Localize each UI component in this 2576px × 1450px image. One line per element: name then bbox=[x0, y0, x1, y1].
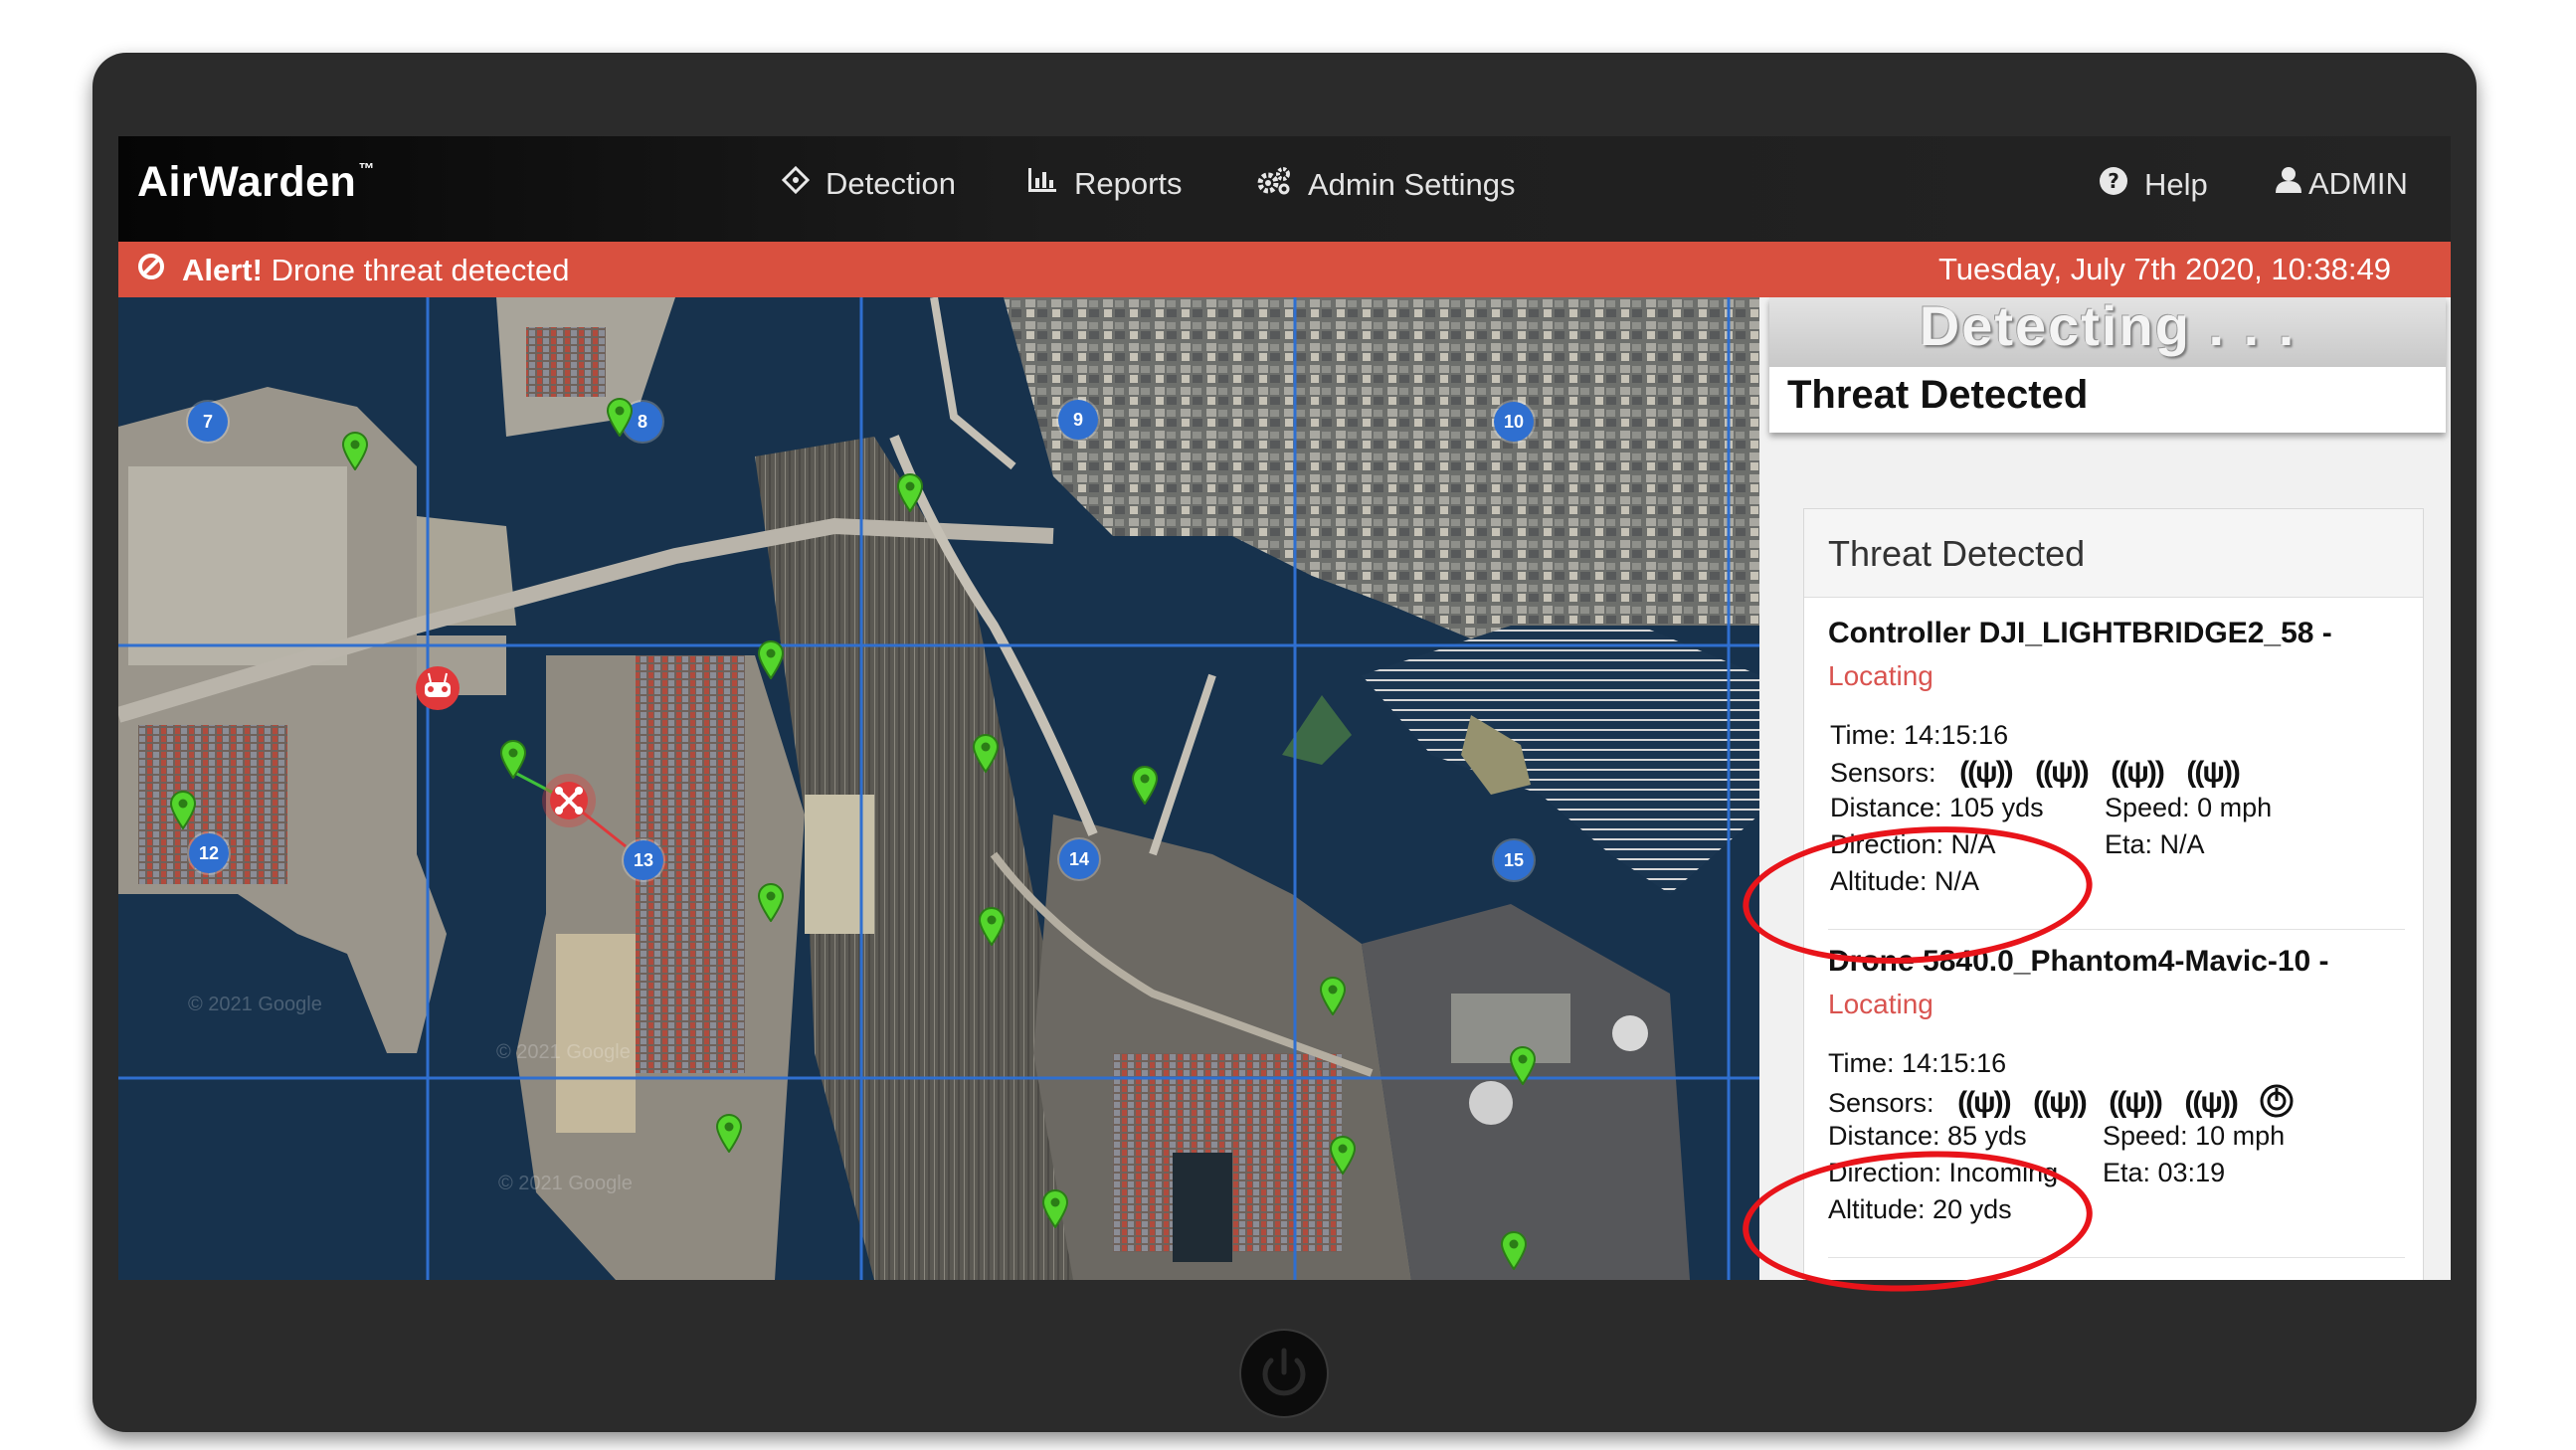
threat-entry-speed: Speed: 0 mph bbox=[2105, 793, 2273, 822]
sensor-pin[interactable] bbox=[896, 472, 924, 512]
sensor-pin[interactable] bbox=[1131, 765, 1159, 805]
sector-marker[interactable]: 12 bbox=[189, 833, 229, 873]
power-icon bbox=[1262, 1348, 1306, 1396]
alert-message: Alert! Drone threat detected bbox=[136, 252, 569, 289]
alert-text: Drone threat detected bbox=[271, 253, 570, 287]
antenna-signal-icon: ((ψ)) bbox=[2184, 1086, 2239, 1119]
nav-detection[interactable]: Detection bbox=[781, 165, 956, 202]
threat-entry-speed: Speed: 10 mph bbox=[2103, 1121, 2286, 1151]
nav-help[interactable]: ? Help bbox=[2099, 166, 2208, 204]
sensor-pin[interactable] bbox=[1509, 1045, 1537, 1085]
threat-entry-title: Controller DJI_LIGHTBRIDGE2_58 - bbox=[1828, 617, 2332, 649]
gears-icon bbox=[1256, 166, 1292, 204]
brand-name: AirWarden bbox=[137, 158, 357, 206]
sensor-pin[interactable] bbox=[1041, 1188, 1069, 1228]
threat-entry-status: Locating bbox=[1828, 989, 1933, 1019]
sensor-pin[interactable] bbox=[1319, 976, 1347, 1015]
threat-entry-eta: Eta: N/A bbox=[2105, 829, 2205, 859]
detecting-subtitle: Threat Detected bbox=[1787, 373, 2089, 417]
nav-user-menu[interactable]: ADMIN bbox=[2275, 166, 2408, 202]
sector-marker[interactable]: 15 bbox=[1494, 840, 1534, 880]
nav-admin-settings[interactable]: Admin Settings bbox=[1256, 166, 1516, 204]
sensor-pin[interactable] bbox=[757, 882, 785, 922]
brand-logo[interactable]: AirWarden ™ bbox=[137, 158, 375, 207]
sensor-pin[interactable] bbox=[1500, 1230, 1528, 1270]
antenna-signal-icon: ((ψ)) bbox=[2186, 756, 2241, 789]
sensor-pin[interactable] bbox=[499, 739, 527, 779]
nav-detection-label: Detection bbox=[826, 166, 956, 201]
alert-strong: Alert! bbox=[182, 253, 263, 287]
bar-chart-icon bbox=[1026, 166, 1058, 202]
nav-user-label: ADMIN bbox=[2308, 166, 2408, 201]
user-icon bbox=[2275, 166, 2302, 202]
app-screen: AirWarden ™ Detection Reports Admin Setti… bbox=[118, 136, 2451, 1280]
controller-marker[interactable] bbox=[415, 665, 460, 711]
antenna-signal-icon: ((ψ)) bbox=[1959, 756, 2014, 789]
radar-icon bbox=[2260, 1084, 2294, 1120]
sensors-label: Sensors: bbox=[1830, 758, 1936, 788]
threat-entry-distance: Distance: 85 yds bbox=[1828, 1121, 2027, 1151]
sector-marker[interactable]: 14 bbox=[1059, 839, 1099, 879]
sensor-pin[interactable] bbox=[715, 1113, 743, 1153]
sector-marker[interactable]: 7 bbox=[188, 402, 228, 442]
alert-timestamp: Tuesday, July 7th 2020, 10:38:49 bbox=[1938, 252, 2391, 286]
antenna-signal-icon: ((ψ)) bbox=[2033, 1086, 2088, 1119]
trademark-mark: ™ bbox=[358, 161, 375, 178]
antenna-signal-icon: ((ψ)) bbox=[2109, 1086, 2163, 1119]
sensor-pin[interactable] bbox=[1329, 1135, 1357, 1175]
ban-icon bbox=[136, 252, 166, 289]
sector-marker[interactable]: 13 bbox=[624, 840, 663, 880]
threat-entry-distance: Distance: 105 yds bbox=[1830, 793, 2044, 822]
nav-help-label: Help bbox=[2144, 167, 2208, 202]
threat-entry-time: Time: 14:15:16 bbox=[1828, 1048, 2007, 1078]
alert-bar: Alert! Drone threat detected Tuesday, Ju… bbox=[118, 242, 2451, 297]
nav-reports-label: Reports bbox=[1074, 166, 1183, 201]
threat-panel: Detecting . . . Threat Detected Threat D… bbox=[1759, 297, 2451, 1280]
nav-admin-settings-label: Admin Settings bbox=[1308, 167, 1516, 202]
map-watermark: © 2021 Google bbox=[496, 1041, 631, 1063]
map-watermark: © 2021 Google bbox=[498, 1173, 633, 1194]
sensor-pin[interactable] bbox=[757, 639, 785, 679]
threat-card-title: Threat Detected bbox=[1828, 533, 2086, 574]
svg-text:?: ? bbox=[2108, 169, 2119, 193]
sensor-pin[interactable] bbox=[169, 790, 197, 829]
crosshair-icon bbox=[781, 165, 811, 202]
drone-threat-marker[interactable] bbox=[541, 773, 597, 828]
threat-entry-status: Locating bbox=[1828, 660, 1933, 691]
sensor-pin[interactable] bbox=[341, 431, 369, 470]
detecting-title: Detecting . . . bbox=[1769, 297, 2446, 367]
sensor-pin[interactable] bbox=[978, 906, 1006, 946]
antenna-signal-icon: ((ψ)) bbox=[2035, 756, 2090, 789]
threat-entry-sensors: Sensors: ((ψ)) ((ψ)) ((ψ)) ((ψ)) bbox=[1828, 1084, 2294, 1120]
sector-marker[interactable]: 10 bbox=[1494, 402, 1534, 442]
question-circle-icon: ? bbox=[2099, 166, 2128, 204]
power-button[interactable] bbox=[1241, 1331, 1327, 1416]
sensors-label: Sensors: bbox=[1828, 1088, 1934, 1118]
map-watermark: © 2021 Google bbox=[188, 994, 322, 1015]
sensor-pin[interactable] bbox=[972, 733, 1000, 773]
threat-card-header: Threat Detected bbox=[1804, 509, 2423, 598]
nav-reports[interactable]: Reports bbox=[1026, 166, 1183, 202]
threat-entry-eta: Eta: 03:19 bbox=[2103, 1158, 2226, 1187]
detecting-status-box: Detecting . . . Threat Detected bbox=[1769, 297, 2446, 433]
sensor-pin[interactable] bbox=[606, 397, 634, 437]
threat-entry-time: Time: 14:15:16 bbox=[1830, 720, 2009, 750]
threat-entry-sensors: Sensors: ((ψ)) ((ψ)) ((ψ)) ((ψ)) bbox=[1830, 756, 2241, 790]
antenna-signal-icon: ((ψ)) bbox=[2111, 756, 2165, 789]
satellite-map[interactable]: © 2021 Google © 2021 Google © 2021 Googl… bbox=[118, 297, 1759, 1280]
sector-marker[interactable]: 9 bbox=[1058, 400, 1098, 440]
top-navbar: AirWarden ™ Detection Reports Admin Setti… bbox=[118, 136, 2451, 242]
antenna-signal-icon: ((ψ)) bbox=[1957, 1086, 2012, 1119]
